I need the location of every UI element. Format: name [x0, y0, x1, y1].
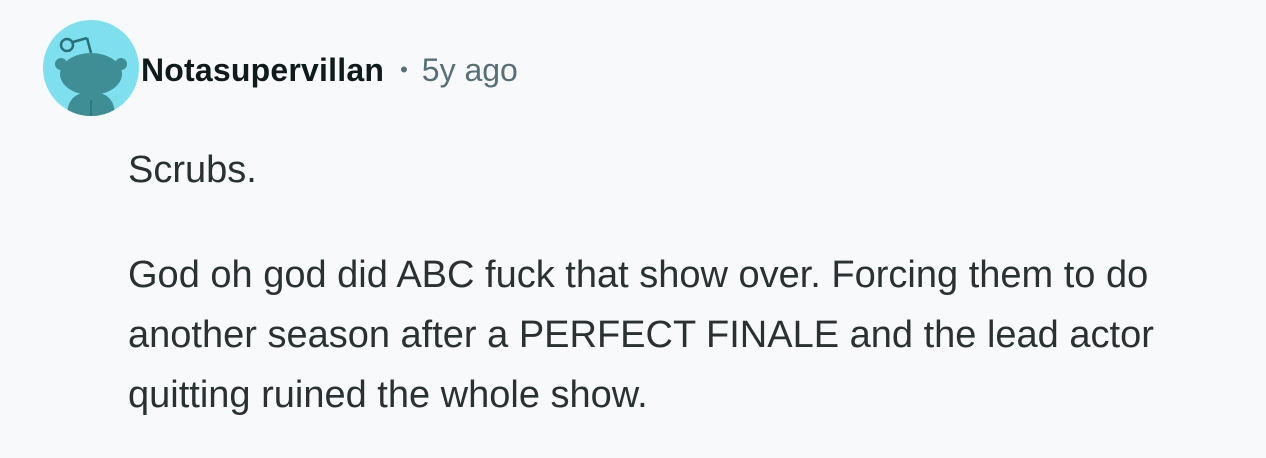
- snoo-avatar-icon: [55, 36, 127, 116]
- timestamp[interactable]: 5y ago: [422, 52, 518, 89]
- comment-paragraph: Scrubs.: [128, 149, 257, 191]
- comment: Notasupervillan • 5y ago Scrubs. God oh …: [0, 0, 1266, 458]
- comment-header: Notasupervillan • 5y ago: [43, 19, 518, 117]
- avatar[interactable]: [43, 20, 139, 116]
- comment-body: Scrubs. God oh god did ABC fuck that sho…: [128, 140, 1248, 425]
- username-link[interactable]: Notasupervillan: [141, 52, 384, 89]
- separator-dot: •: [400, 57, 408, 82]
- comment-paragraph: God oh god did ABC fuck that show over. …: [128, 254, 1154, 416]
